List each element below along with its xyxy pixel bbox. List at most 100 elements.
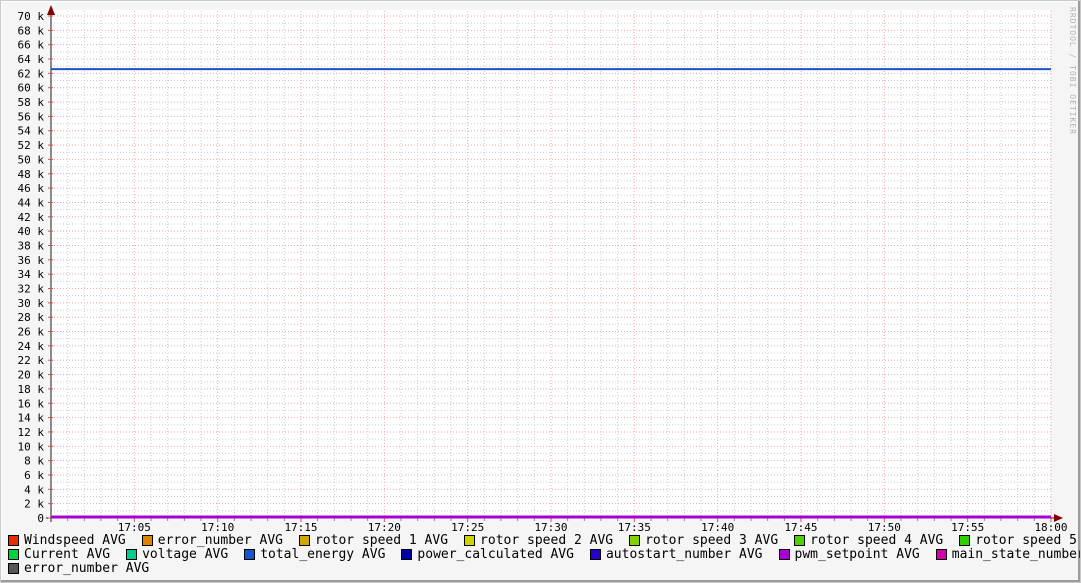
- legend-item: error_number AVG: [141, 532, 283, 548]
- legend-item: rotor speed 4 AVG: [794, 533, 943, 548]
- x-axis-label: 17:25: [451, 521, 484, 532]
- y-axis-label: 22 k: [18, 354, 45, 367]
- legend-color-swatch: [298, 534, 310, 546]
- x-axis-label: 17:15: [284, 521, 317, 532]
- legend-color-swatch: [141, 534, 153, 546]
- y-axis-label: 48 k: [18, 168, 45, 181]
- legend-item-label: rotor speed 3 AVG: [645, 532, 779, 548]
- x-axis-label: 17:40: [701, 521, 734, 532]
- legend-item-label: Windspeed AVG: [24, 532, 126, 548]
- y-axis-label: 54 k: [18, 125, 45, 138]
- x-axis-label: 17:45: [784, 521, 817, 532]
- legend-item: Current AVG: [8, 547, 110, 562]
- x-axis-label: 17:05: [118, 521, 151, 532]
- legend: Windspeed AVG error_number AVG rotor speed…: [8, 532, 1080, 576]
- y-axis-label: 64 k: [18, 53, 45, 66]
- y-axis-label: 58 k: [18, 96, 45, 109]
- legend-item: rotor speed 1 AVG: [298, 532, 449, 548]
- legend-item: pwm_setpoint AVG: [778, 546, 920, 562]
- y-axis-label: 10 k: [18, 440, 45, 453]
- legend-item: rotor speed 3 AVG: [629, 533, 778, 548]
- legend-item-label: voltage AVG: [142, 546, 229, 562]
- x-axis-label: 17:20: [368, 521, 401, 532]
- y-axis-label: 46 k: [18, 182, 45, 195]
- legend-color-swatch: [8, 548, 19, 560]
- legend-color-swatch: [959, 534, 971, 546]
- y-axis-label: 60 k: [18, 82, 45, 95]
- y-axis-label: 40 k: [18, 225, 45, 238]
- y-axis-label: 8 k: [24, 455, 44, 468]
- legend-item-label: autostart_number AVG: [605, 546, 763, 562]
- legend-color-swatch: [126, 548, 138, 560]
- legend-color-swatch: [8, 534, 19, 546]
- legend-row: error_number AVG: [8, 561, 1074, 576]
- y-axis-label: 14 k: [18, 412, 45, 425]
- y-axis-label: 4 k: [24, 483, 44, 496]
- legend-item: total_energy AVG: [244, 547, 385, 562]
- y-axis-label: 24 k: [18, 340, 45, 353]
- legend-item: rotor speed 2 AVG: [464, 533, 613, 548]
- y-axis-label: 26 k: [18, 326, 45, 339]
- legend-item: error_number AVG: [8, 561, 149, 576]
- y-axis-label: 12 k: [18, 426, 45, 439]
- legend-color-swatch: [589, 548, 601, 560]
- legend-item-label: Current AVG: [24, 546, 111, 562]
- y-axis-label: 50 k: [18, 153, 45, 166]
- watermark: RRDTOOL / TOBI OETIKER: [1068, 7, 1077, 135]
- legend-item: main_state_number AVG: [935, 546, 1081, 562]
- y-axis-label: 36 k: [18, 254, 45, 267]
- y-axis-label: 32 k: [18, 283, 45, 296]
- x-axis-label: 17:50: [868, 521, 901, 532]
- legend-color-swatch: [778, 548, 790, 560]
- y-axis-label: 68 k: [18, 24, 45, 37]
- y-axis-label: 6 k: [24, 469, 44, 482]
- y-axis-label: 44 k: [18, 196, 45, 209]
- y-axis-label: 0: [37, 512, 44, 525]
- x-axis-label: 17:35: [618, 521, 651, 532]
- legend-item: power_calculated AVG: [401, 547, 574, 562]
- rrd-graph-image: 02 k 4 k6 k8 k 10 k 12 k 14 k 16 k 18 k 20 k 22 …: [0, 0, 1081, 583]
- legend-item-label: rotor speed 1 AVG: [314, 532, 449, 548]
- legend-color-swatch: [935, 548, 947, 560]
- legend-color-swatch: [401, 548, 413, 560]
- legend-item-label: rotor speed 5 AVG: [975, 532, 1080, 548]
- legend-row: Current AVG voltage AVG total_energy AVG po…: [8, 546, 1080, 562]
- legend-item-label: power_calculated AVG: [417, 546, 574, 562]
- legend-item: autostart_number AVG: [589, 546, 763, 562]
- y-axis-label: 16 k: [18, 397, 45, 410]
- legend-row: Windspeed AVG error_number AVG rotor speed…: [8, 532, 1080, 548]
- x-axis-label: 18:00: [1034, 521, 1067, 532]
- y-axis-label: 56 k: [18, 110, 45, 123]
- y-axis-label: 70 k: [18, 10, 45, 23]
- y-axis-label: 30 k: [18, 297, 45, 310]
- legend-item-label: rotor speed 4 AVG: [810, 532, 944, 548]
- x-axis-label: 17:30: [534, 521, 567, 532]
- legend-color-swatch: [794, 534, 806, 546]
- legend-item-label: rotor speed 2 AVG: [480, 532, 614, 548]
- x-axis-label: 17:55: [951, 521, 984, 532]
- y-axis-label: 42 k: [18, 211, 45, 224]
- legend-item: rotor speed 5 AVG: [959, 532, 1080, 548]
- x-axis-label: 17:10: [201, 521, 234, 532]
- y-axis-label: 66 k: [18, 39, 45, 52]
- y-axis-label: 34 k: [18, 268, 45, 281]
- y-axis-label: 62 k: [18, 67, 45, 80]
- legend-item-label: main_state_number AVG: [951, 546, 1081, 562]
- y-axis-label: 2 k: [24, 498, 44, 511]
- legend-item-label: pwm_setpoint AVG: [794, 546, 920, 562]
- legend-item-label: error_number AVG: [157, 532, 283, 548]
- y-axis-label: 38 k: [18, 239, 45, 252]
- legend-item-label: error_number AVG: [24, 560, 150, 576]
- y-axis-label: 20 k: [18, 369, 45, 382]
- legend-item: Windspeed AVG: [8, 533, 126, 548]
- legend-color-swatch: [629, 534, 641, 546]
- legend-color-swatch: [244, 548, 256, 560]
- legend-item: voltage AVG: [126, 547, 228, 562]
- legend-item-label: total_energy AVG: [260, 546, 386, 562]
- y-axis-label: 18 k: [18, 383, 45, 396]
- legend-color-swatch: [464, 534, 476, 546]
- y-axis-label: 52 k: [18, 139, 45, 152]
- legend-color-swatch: [8, 562, 19, 574]
- chart-canvas: 02 k 4 k6 k8 k 10 k12 k14 k 16 k18 k20 k 22 …: [18, 5, 1068, 532]
- y-axis-label: 28 k: [18, 311, 45, 324]
